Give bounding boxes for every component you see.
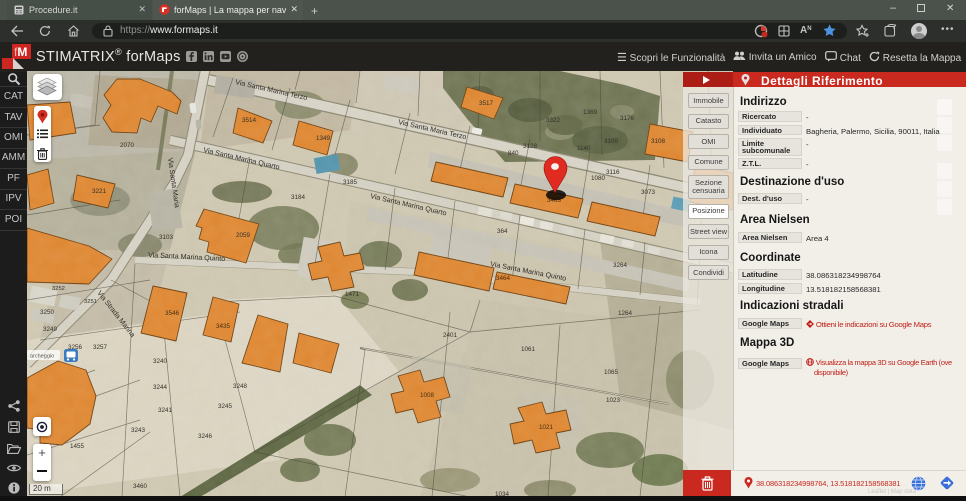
svg-text:3322: 3322 bbox=[546, 117, 561, 124]
svg-text:3460: 3460 bbox=[133, 483, 148, 490]
svg-text:3251: 3251 bbox=[84, 299, 97, 305]
svg-text:3264: 3264 bbox=[613, 262, 628, 269]
svg-text:archeggio: archeggio bbox=[30, 354, 54, 360]
svg-text:1455: 1455 bbox=[70, 443, 85, 450]
svg-text:2059: 2059 bbox=[236, 232, 251, 239]
svg-text:1369: 1369 bbox=[583, 109, 598, 116]
svg-text:2070: 2070 bbox=[120, 142, 135, 149]
svg-text:1349: 1349 bbox=[316, 135, 331, 142]
svg-text:3100: 3100 bbox=[604, 138, 619, 145]
svg-text:3184: 3184 bbox=[291, 194, 306, 201]
svg-text:3108: 3108 bbox=[651, 138, 666, 145]
svg-text:3517: 3517 bbox=[479, 100, 494, 107]
svg-text:3250: 3250 bbox=[40, 309, 55, 316]
svg-text:3257: 3257 bbox=[93, 344, 108, 351]
svg-text:3185: 3185 bbox=[343, 179, 358, 186]
svg-text:3252: 3252 bbox=[52, 286, 65, 292]
svg-text:3116: 3116 bbox=[606, 169, 620, 176]
svg-text:1008: 1008 bbox=[420, 392, 435, 399]
svg-text:3464: 3464 bbox=[496, 275, 511, 282]
svg-text:3073: 3073 bbox=[641, 189, 656, 196]
svg-text:1471: 1471 bbox=[345, 291, 360, 298]
svg-text:3243: 3243 bbox=[131, 427, 146, 434]
svg-text:3244: 3244 bbox=[153, 384, 168, 391]
svg-text:3128: 3128 bbox=[523, 143, 538, 150]
svg-text:1021: 1021 bbox=[539, 424, 554, 431]
svg-text:1080: 1080 bbox=[591, 175, 606, 182]
svg-text:1264: 1264 bbox=[618, 310, 633, 317]
svg-text:3221: 3221 bbox=[92, 188, 107, 195]
svg-text:364: 364 bbox=[497, 228, 508, 235]
svg-text:3241: 3241 bbox=[158, 407, 173, 414]
svg-text:840: 840 bbox=[508, 150, 519, 157]
svg-text:3435: 3435 bbox=[216, 323, 231, 330]
svg-text:3103: 3103 bbox=[159, 234, 174, 241]
svg-text:3248: 3248 bbox=[233, 383, 248, 390]
svg-text:3514: 3514 bbox=[242, 117, 257, 124]
svg-text:2401: 2401 bbox=[443, 332, 458, 339]
svg-text:3249: 3249 bbox=[43, 326, 58, 333]
svg-text:3176: 3176 bbox=[620, 115, 635, 122]
svg-text:1023: 1023 bbox=[606, 397, 621, 404]
svg-text:3245: 3245 bbox=[218, 403, 233, 410]
svg-text:1140: 1140 bbox=[577, 145, 591, 152]
svg-text:3240: 3240 bbox=[153, 358, 168, 365]
svg-text:1065: 1065 bbox=[604, 369, 619, 376]
svg-text:3246: 3246 bbox=[198, 433, 213, 440]
svg-text:3546: 3546 bbox=[165, 310, 180, 317]
svg-text:1061: 1061 bbox=[521, 346, 536, 353]
